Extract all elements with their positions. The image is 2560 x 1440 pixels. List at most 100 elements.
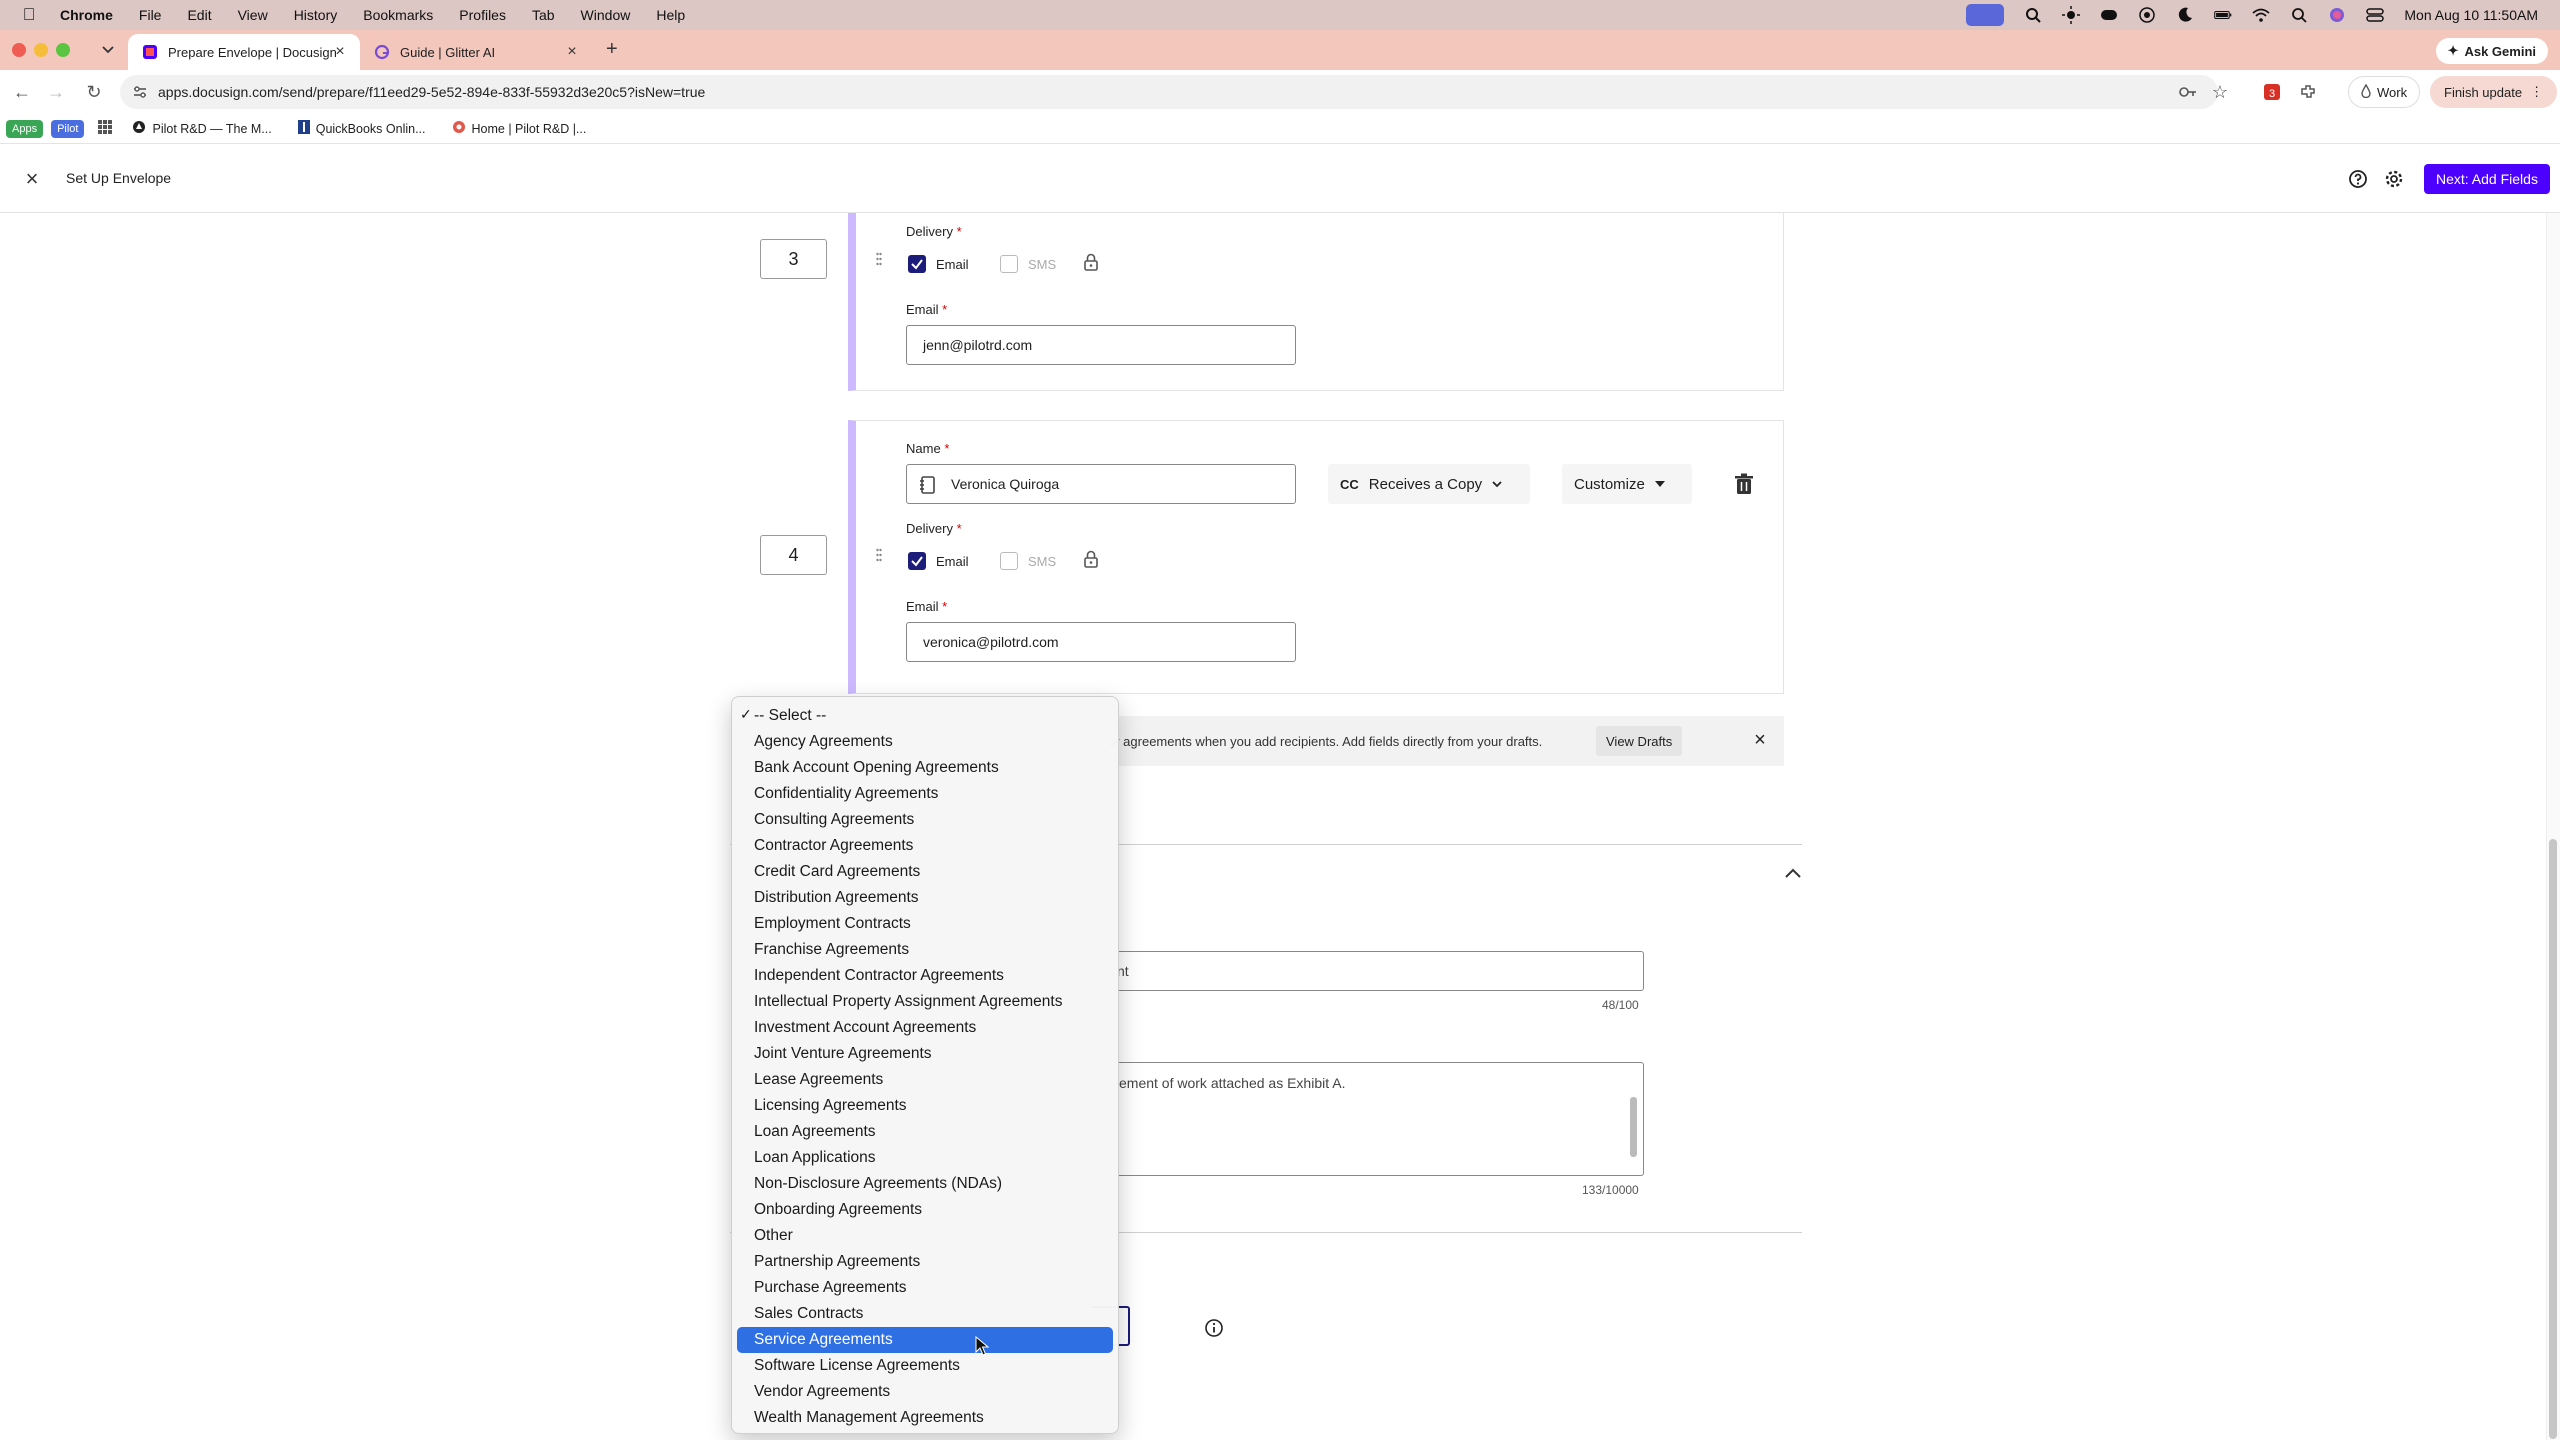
option[interactable]: Independent Contractor Agreements	[737, 963, 1113, 989]
profile-work-button[interactable]: Work	[2348, 76, 2421, 108]
password-key-icon[interactable]	[2178, 82, 2198, 102]
control-center-icon[interactable]	[2366, 6, 2385, 24]
option[interactable]: Investment Account Agreements	[737, 1015, 1113, 1041]
email-field[interactable]: veronica@pilotrd.com	[906, 622, 1296, 662]
option[interactable]: Intellectual Property Assignment Agreeme…	[737, 989, 1113, 1015]
option[interactable]: Credit Card Agreements	[737, 859, 1113, 885]
brightness-icon[interactable]	[2062, 6, 2081, 24]
reload-icon[interactable]: ↻	[82, 80, 106, 104]
lock-icon[interactable]	[1083, 550, 1099, 568]
option[interactable]: Employment Contracts	[737, 911, 1113, 937]
lock-icon[interactable]	[1083, 253, 1099, 271]
apple-icon[interactable]: 	[20, 5, 38, 24]
message-textarea[interactable]: ement of work attached as Exhibit A.	[1110, 1062, 1644, 1176]
battery-icon[interactable]	[2214, 6, 2232, 24]
option[interactable]: Other	[737, 1223, 1113, 1249]
siri-icon[interactable]	[2328, 6, 2346, 24]
bookmark-star-icon[interactable]: ☆	[2210, 82, 2230, 102]
menu-bookmarks[interactable]: Bookmarks	[363, 7, 433, 23]
option[interactable]: Software License Agreements	[737, 1353, 1113, 1379]
drag-handle-icon[interactable]	[876, 548, 882, 562]
wifi-icon[interactable]	[2252, 6, 2270, 24]
option[interactable]: Onboarding Agreements	[737, 1197, 1113, 1223]
info-icon[interactable]	[1204, 1318, 1224, 1338]
tab-search-icon[interactable]	[96, 38, 120, 62]
routing-order-input[interactable]: 3	[760, 239, 827, 279]
email-checkbox[interactable]	[908, 552, 926, 570]
routing-order-input[interactable]: 4	[760, 535, 827, 575]
vpn-icon[interactable]	[2138, 6, 2156, 24]
forward-icon[interactable]: →	[44, 80, 68, 104]
tab-prepare-envelope[interactable]: Prepare Envelope | Docusign ×	[128, 34, 360, 70]
textarea-scrollbar[interactable]	[1630, 1097, 1637, 1157]
bookmark-apps[interactable]: Apps	[6, 119, 44, 138]
contacts-book-icon[interactable]	[919, 476, 935, 494]
extension-badge-icon[interactable]: 3	[2262, 82, 2282, 102]
ask-gemini-button[interactable]: ✦ Ask Gemini	[2435, 38, 2548, 64]
close-icon[interactable]: ×	[20, 167, 44, 191]
search-app-icon[interactable]	[2024, 6, 2042, 24]
help-icon[interactable]	[2348, 169, 2368, 189]
window-zoom-icon[interactable]	[56, 43, 70, 57]
option[interactable]: Agency Agreements	[737, 729, 1113, 755]
menu-tab[interactable]: Tab	[532, 7, 555, 23]
window-minimize-icon[interactable]	[34, 43, 48, 57]
menu-history[interactable]: History	[294, 7, 338, 23]
agreement-type-listbox[interactable]: ✓ -- Select -- Agency Agreements Bank Acc…	[731, 696, 1119, 1434]
email-field[interactable]: jenn@pilotrd.com	[906, 325, 1296, 365]
option-highlighted[interactable]: Service Agreements	[737, 1327, 1113, 1353]
option[interactable]: Non-Disclosure Agreements (NDAs)	[737, 1171, 1113, 1197]
option[interactable]: Franchise Agreements	[737, 937, 1113, 963]
recipient-role-dropdown[interactable]: CC Receives a Copy	[1328, 464, 1530, 504]
chevron-up-icon[interactable]	[1784, 867, 1802, 879]
option-select[interactable]: ✓ -- Select --	[737, 703, 1113, 729]
view-drafts-button[interactable]: View Drafts	[1596, 726, 1683, 756]
customize-dropdown[interactable]: Customize	[1562, 464, 1692, 504]
focus-moon-icon[interactable]	[2176, 6, 2194, 24]
menu-view[interactable]: View	[238, 7, 268, 23]
next-add-fields-button[interactable]: Next: Add Fields	[2424, 164, 2550, 194]
record-icon[interactable]	[2100, 6, 2118, 24]
option[interactable]: Confidentiality Agreements	[737, 781, 1113, 807]
option[interactable]: Contractor Agreements	[737, 833, 1113, 859]
menu-help[interactable]: Help	[656, 7, 685, 23]
sms-checkbox[interactable]	[1000, 552, 1018, 570]
page-scrollbar[interactable]	[2546, 213, 2560, 1440]
option[interactable]: Loan Applications	[737, 1145, 1113, 1171]
bookmark-pilot[interactable]: Pilot	[51, 119, 85, 138]
sms-checkbox[interactable]	[1000, 255, 1018, 273]
bookmark-grid[interactable]	[98, 120, 113, 137]
finish-update-button[interactable]: Finish update ⋮	[2430, 76, 2558, 108]
bookmark-home-pilot[interactable]: Home | Pilot R&D |...	[452, 120, 586, 137]
option[interactable]: Purchase Agreements	[737, 1275, 1113, 1301]
trash-icon[interactable]	[1734, 473, 1754, 495]
option[interactable]: Sales Contracts	[737, 1301, 1113, 1327]
spotlight-icon[interactable]	[2290, 6, 2308, 24]
screen-share-icon[interactable]	[1966, 4, 2005, 26]
option[interactable]: Distribution Agreements	[737, 885, 1113, 911]
menu-app-name[interactable]: Chrome	[60, 7, 113, 23]
close-icon[interactable]: ×	[1750, 730, 1770, 750]
name-field[interactable]: Veronica Quiroga	[906, 464, 1296, 504]
tab-glitter-guide[interactable]: Guide | Glitter AI ×	[360, 34, 592, 70]
menu-edit[interactable]: Edit	[187, 7, 211, 23]
menu-file[interactable]: File	[139, 7, 162, 23]
menubar-clock[interactable]: Mon Aug 10 11:50AM	[2404, 7, 2538, 23]
option[interactable]: Licensing Agreements	[737, 1093, 1113, 1119]
option[interactable]: Joint Venture Agreements	[737, 1041, 1113, 1067]
bookmark-quickbooks[interactable]: QuickBooks Onlin...	[297, 120, 426, 137]
option[interactable]: Wealth Management Agreements	[737, 1405, 1113, 1431]
option[interactable]: Lease Agreements	[737, 1067, 1113, 1093]
back-icon[interactable]: ←	[10, 80, 34, 104]
option[interactable]: Loan Agreements	[737, 1119, 1113, 1145]
subject-input[interactable]: nt	[1110, 951, 1644, 991]
tab-close-icon[interactable]: ×	[564, 44, 580, 60]
option[interactable]: Bank Account Opening Agreements	[737, 755, 1113, 781]
scrollbar-thumb[interactable]	[2549, 839, 2557, 1439]
email-checkbox[interactable]	[908, 255, 926, 273]
bookmark-pilot-rd[interactable]: Pilot R&D — The M...	[132, 120, 272, 137]
window-close-icon[interactable]	[12, 43, 26, 57]
option[interactable]: Consulting Agreements	[737, 807, 1113, 833]
tab-close-icon[interactable]: ×	[332, 44, 348, 60]
option[interactable]: Vendor Agreements	[737, 1379, 1113, 1405]
